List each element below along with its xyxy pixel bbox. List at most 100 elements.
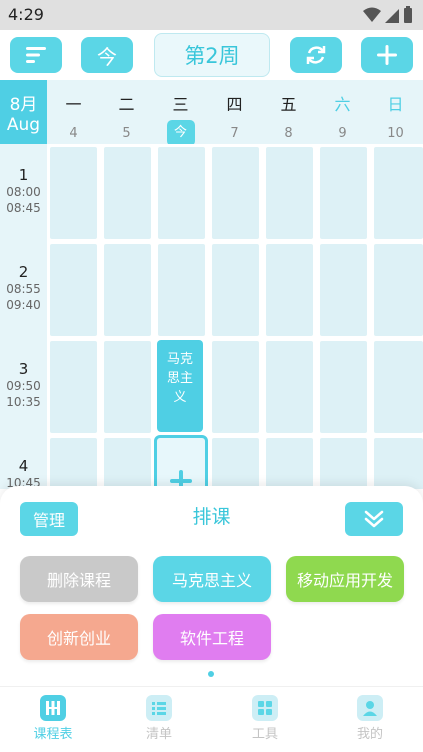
course-name: 马克思主义 bbox=[166, 352, 193, 405]
timetable-cell[interactable] bbox=[320, 147, 367, 239]
day-name: 三 bbox=[172, 95, 189, 114]
period-number: 1 bbox=[18, 166, 29, 184]
today-button[interactable]: 今 bbox=[81, 37, 133, 73]
day-thu: 四 7 bbox=[208, 80, 261, 144]
course-block[interactable]: 马克思主义 bbox=[157, 340, 203, 432]
status-bar: 4:29 bbox=[0, 0, 423, 30]
manage-button[interactable]: 管理 bbox=[20, 502, 78, 536]
day-name: 二 bbox=[118, 95, 135, 114]
nav-label: 课程表 bbox=[33, 727, 73, 742]
timetable-cell[interactable] bbox=[266, 341, 313, 433]
timetable-cell[interactable] bbox=[158, 147, 205, 239]
chip-course[interactable]: 移动应用开发 bbox=[286, 556, 404, 602]
period-number: 3 bbox=[18, 360, 29, 378]
plus-icon bbox=[377, 45, 397, 65]
day-fri: 五 8 bbox=[262, 80, 315, 144]
timetable-grid: 1 08:00 08:45 2 08:55 09:40 3 09:50 10:3… bbox=[0, 144, 423, 489]
timetable-cell[interactable] bbox=[266, 438, 313, 489]
chip-course[interactable]: 马克思主义 bbox=[153, 556, 271, 602]
chevron-double-down-icon bbox=[364, 510, 384, 528]
timetable-cell[interactable] bbox=[212, 244, 259, 336]
status-time: 4:29 bbox=[8, 5, 44, 24]
period-end: 10:35 bbox=[6, 395, 41, 409]
week-selector[interactable]: 第2周 bbox=[154, 33, 270, 77]
today-button-label: 今 bbox=[97, 44, 117, 69]
nav-list[interactable]: 清单 bbox=[119, 695, 199, 742]
list-icon bbox=[146, 695, 172, 721]
period-number: 4 bbox=[18, 457, 29, 475]
chip-label: 马克思主义 bbox=[171, 571, 252, 590]
week-label: 第2周 bbox=[184, 44, 240, 68]
timetable-cell[interactable] bbox=[158, 244, 205, 336]
period-number: 2 bbox=[18, 263, 29, 281]
period-4: 4 10:45 bbox=[0, 457, 47, 489]
timetable-cell[interactable] bbox=[320, 438, 367, 489]
timetable-cell[interactable] bbox=[374, 438, 423, 489]
today-chip: 今 bbox=[166, 120, 195, 146]
day-name: 六 bbox=[334, 95, 351, 114]
battery-icon bbox=[404, 6, 412, 23]
timetable-cell[interactable] bbox=[104, 244, 151, 336]
timetable-cell[interactable] bbox=[266, 147, 313, 239]
period-end: 09:40 bbox=[6, 298, 41, 312]
timetable-cell[interactable] bbox=[212, 341, 259, 433]
timetable-cell[interactable] bbox=[266, 244, 313, 336]
wifi-icon bbox=[363, 7, 381, 22]
nav-profile[interactable]: 我的 bbox=[330, 695, 410, 742]
chip-label: 删除课程 bbox=[46, 571, 111, 590]
chip-course[interactable]: 软件工程 bbox=[153, 614, 271, 660]
period-start: 08:00 bbox=[6, 185, 41, 199]
period-2: 2 08:55 09:40 bbox=[0, 263, 47, 313]
day-tue: 二 5 bbox=[100, 80, 153, 144]
schedule-sheet: 排课 管理 删除课程 马克思主义 移动应用开发 创新创业 软件工程 bbox=[0, 486, 423, 686]
timetable-cell[interactable] bbox=[104, 341, 151, 433]
timetable-cell[interactable] bbox=[374, 244, 423, 336]
day-sun: 日 10 bbox=[369, 80, 422, 144]
month-label: 8月 Aug bbox=[0, 80, 47, 144]
manage-label: 管理 bbox=[32, 511, 65, 530]
timetable-cell[interactable] bbox=[320, 341, 367, 433]
add-button[interactable] bbox=[361, 37, 413, 73]
refresh-button[interactable] bbox=[290, 37, 342, 73]
day-name: 日 bbox=[387, 95, 404, 114]
signal-icon bbox=[385, 9, 399, 23]
chip-label: 软件工程 bbox=[179, 629, 244, 648]
timetable-cell[interactable] bbox=[50, 341, 97, 433]
day-date: 8 bbox=[284, 126, 293, 141]
toolbar: 今 第2周 bbox=[0, 30, 423, 80]
timetable-cell[interactable] bbox=[374, 147, 423, 239]
day-name: 一 bbox=[65, 95, 82, 114]
period-start: 08:55 bbox=[6, 282, 41, 296]
timetable-cell[interactable] bbox=[320, 244, 367, 336]
day-date: 4 bbox=[69, 126, 78, 141]
chip-delete-course[interactable]: 删除课程 bbox=[20, 556, 138, 602]
timetable-cell[interactable] bbox=[104, 147, 151, 239]
chip-label: 移动应用开发 bbox=[296, 571, 393, 590]
nav-tools[interactable]: 工具 bbox=[225, 695, 305, 742]
tools-grid-icon bbox=[252, 695, 278, 721]
timetable-cell[interactable] bbox=[50, 147, 97, 239]
timetable-cell[interactable] bbox=[212, 147, 259, 239]
timetable-cell[interactable] bbox=[50, 438, 97, 489]
period-1: 1 08:00 08:45 bbox=[0, 166, 47, 216]
timetable-icon bbox=[40, 695, 66, 721]
nav-label: 工具 bbox=[251, 727, 278, 742]
menu-button[interactable] bbox=[10, 37, 62, 73]
timetable-cell[interactable] bbox=[212, 438, 259, 489]
day-name: 五 bbox=[280, 95, 297, 114]
add-course-cell[interactable] bbox=[154, 435, 208, 489]
page-indicator-dot bbox=[208, 671, 214, 677]
collapse-button[interactable] bbox=[345, 502, 403, 536]
profile-icon bbox=[357, 695, 383, 721]
status-icons bbox=[363, 6, 413, 24]
day-name: 四 bbox=[226, 95, 243, 114]
period-end: 08:45 bbox=[6, 201, 41, 215]
timetable-cell[interactable] bbox=[50, 244, 97, 336]
timetable-cell[interactable] bbox=[104, 438, 151, 489]
timetable-cell[interactable] bbox=[374, 341, 423, 433]
nav-label: 我的 bbox=[356, 727, 383, 742]
period-column: 1 08:00 08:45 2 08:55 09:40 3 09:50 10:3… bbox=[0, 144, 47, 489]
chip-course[interactable]: 创新创业 bbox=[20, 614, 138, 660]
day-sat: 六 9 bbox=[316, 80, 369, 144]
nav-timetable[interactable]: 课程表 bbox=[13, 695, 93, 742]
